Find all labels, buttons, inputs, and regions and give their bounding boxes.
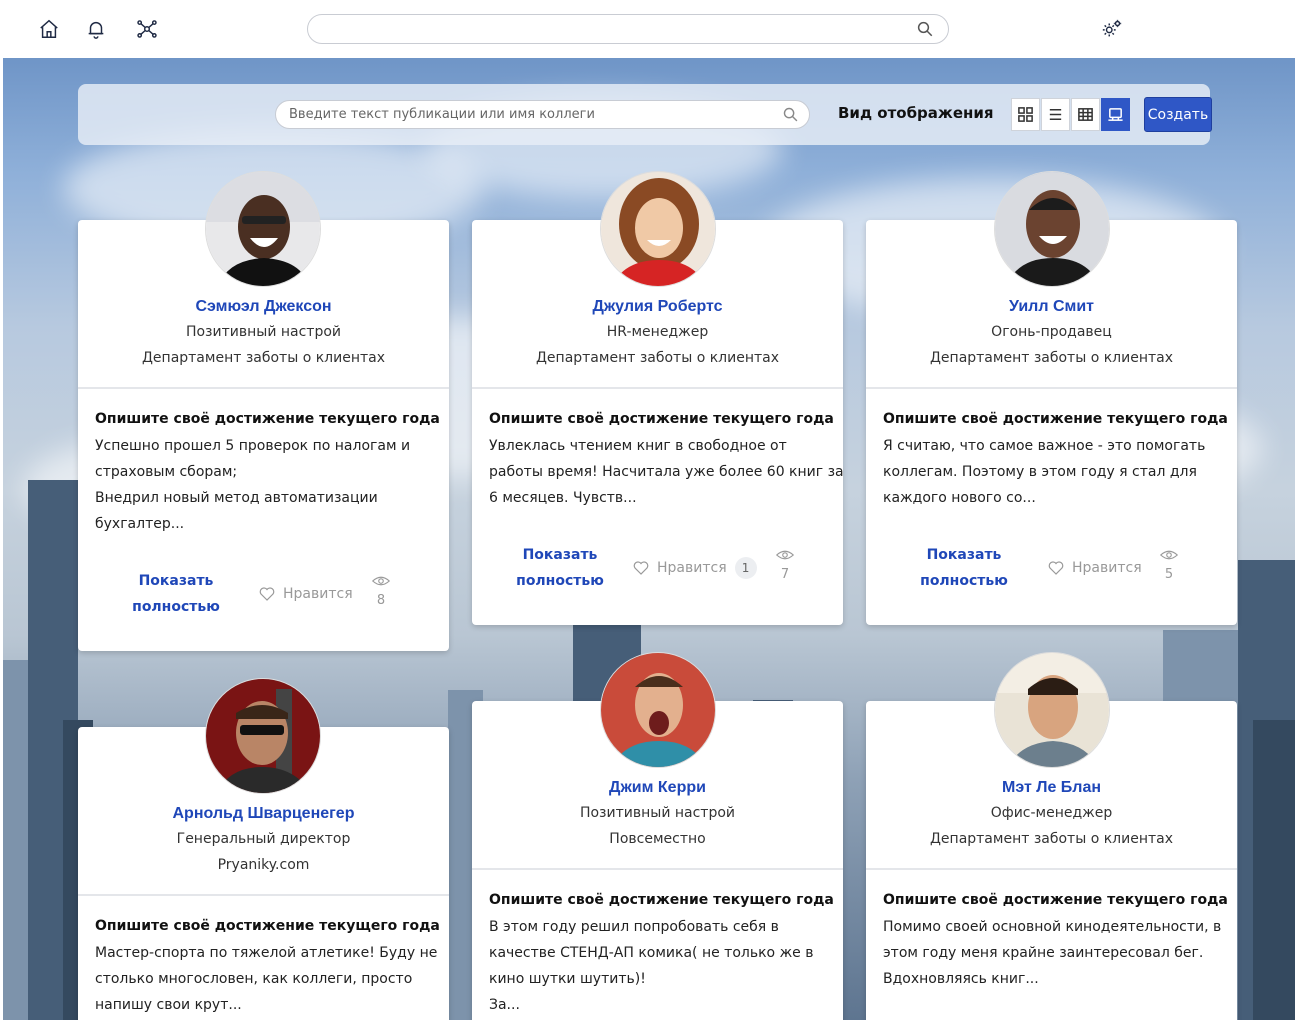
user-department: Pryaniky.com bbox=[217, 857, 310, 873]
view-mode-label: Вид отображения bbox=[838, 104, 994, 122]
user-status: Огонь-продавец bbox=[991, 324, 1112, 340]
post-text: В этом году решил попробовать себя в каче… bbox=[489, 919, 814, 1013]
like-count-badge: 1 bbox=[734, 557, 757, 579]
bell-icon[interactable] bbox=[83, 16, 109, 42]
like-button[interactable]: Нравится 1 bbox=[632, 557, 757, 579]
views-counter: 5 bbox=[1157, 549, 1181, 582]
user-status: HR-менеджер bbox=[606, 324, 709, 340]
search-icon[interactable] bbox=[916, 20, 934, 38]
table-view-button[interactable] bbox=[1071, 98, 1100, 131]
post-text: Увлеклась чтением книг в свободное от раб… bbox=[489, 438, 844, 506]
user-name[interactable]: Сэмюэл Джексон bbox=[78, 298, 449, 316]
show-full-link[interactable]: Показать полностью bbox=[909, 542, 1019, 594]
user-name[interactable]: Мэт Ле Блан bbox=[866, 779, 1237, 797]
tiles-view-icon bbox=[1018, 107, 1033, 122]
user-name[interactable]: Арнольд Шварценегер bbox=[78, 805, 449, 823]
question-title: Опишите своё достижение текущего года bbox=[883, 892, 1228, 908]
eye-icon bbox=[776, 550, 794, 560]
cards-view-button[interactable] bbox=[1101, 98, 1130, 131]
question-title: Опишите своё достижение текущего года bbox=[489, 411, 834, 427]
heart-icon bbox=[259, 587, 275, 601]
show-full-link[interactable]: Показать полностью bbox=[505, 542, 615, 594]
search-icon[interactable] bbox=[782, 106, 799, 123]
user-department: Департамент заботы о клиентах bbox=[141, 350, 386, 366]
card-divider bbox=[472, 387, 843, 389]
views-counter: 7 bbox=[773, 549, 797, 582]
cards-view-icon bbox=[1108, 108, 1123, 121]
post-text: Я считаю, что самое важное - это помогат… bbox=[883, 438, 1206, 506]
global-search-input[interactable] bbox=[322, 15, 912, 43]
like-button[interactable]: Нравится bbox=[1047, 559, 1142, 577]
global-search[interactable] bbox=[307, 14, 949, 44]
user-name[interactable]: Уилл Смит bbox=[866, 298, 1237, 316]
avatar[interactable] bbox=[205, 678, 321, 794]
user-department: Департамент заботы о клиентах bbox=[535, 350, 780, 366]
card-divider bbox=[866, 868, 1237, 870]
avatar[interactable] bbox=[205, 171, 321, 287]
like-label: Нравится bbox=[1072, 560, 1142, 576]
user-name[interactable]: Джим Керри bbox=[472, 779, 843, 797]
heart-icon bbox=[1048, 561, 1064, 575]
settings-icon[interactable] bbox=[1099, 16, 1125, 42]
avatar[interactable] bbox=[994, 652, 1110, 768]
network-icon[interactable] bbox=[134, 16, 160, 42]
show-full-link[interactable]: Показать полностью bbox=[121, 568, 231, 620]
question-title: Опишите своё достижение текущего года bbox=[883, 411, 1228, 427]
post-text: Помимо своей основной кинодеятельности, … bbox=[883, 919, 1222, 987]
user-department: Повсеместно bbox=[609, 831, 706, 847]
avatar[interactable] bbox=[600, 171, 716, 287]
like-label: Нравится bbox=[283, 586, 353, 602]
list-view-button[interactable] bbox=[1041, 98, 1070, 131]
feed-search[interactable] bbox=[275, 100, 810, 129]
post-text: Мастер-спорта по тяжелой атлетике! Буду … bbox=[95, 945, 438, 1013]
user-status: Генеральный директор bbox=[176, 831, 351, 847]
views-counter: 8 bbox=[369, 575, 393, 608]
card-divider bbox=[866, 387, 1237, 389]
avatar[interactable] bbox=[600, 652, 716, 768]
avatar[interactable] bbox=[994, 171, 1110, 287]
question-title: Опишите своё достижение текущего года bbox=[95, 411, 440, 427]
heart-icon bbox=[633, 561, 649, 575]
like-label: Нравится bbox=[657, 560, 727, 576]
top-bar bbox=[0, 0, 1295, 58]
post-text: Успешно прошел 5 проверок по налогам и ст… bbox=[95, 438, 411, 532]
user-name[interactable]: Джулия Робертс bbox=[472, 298, 843, 316]
user-department: Департамент заботы о клиентах bbox=[929, 350, 1174, 366]
user-status: Офис-менеджер bbox=[990, 805, 1113, 821]
tiles-view-button[interactable] bbox=[1011, 98, 1040, 131]
user-status: Позитивный настрой bbox=[579, 805, 736, 821]
feed-search-input[interactable] bbox=[289, 101, 769, 128]
user-status: Позитивный настрой bbox=[185, 324, 342, 340]
home-icon[interactable] bbox=[36, 16, 62, 42]
create-button[interactable]: Создать bbox=[1144, 97, 1212, 132]
question-title: Опишите своё достижение текущего года bbox=[95, 918, 440, 934]
like-button[interactable]: Нравится bbox=[258, 585, 353, 603]
user-department: Департамент заботы о клиентах bbox=[929, 831, 1174, 847]
eye-icon bbox=[1160, 550, 1178, 560]
card-divider bbox=[78, 387, 449, 389]
table-view-icon bbox=[1078, 108, 1093, 121]
card-divider bbox=[472, 868, 843, 870]
eye-icon bbox=[372, 576, 390, 586]
question-title: Опишите своё достижение текущего года bbox=[489, 892, 834, 908]
card-divider bbox=[78, 894, 449, 896]
list-view-icon bbox=[1049, 109, 1062, 120]
